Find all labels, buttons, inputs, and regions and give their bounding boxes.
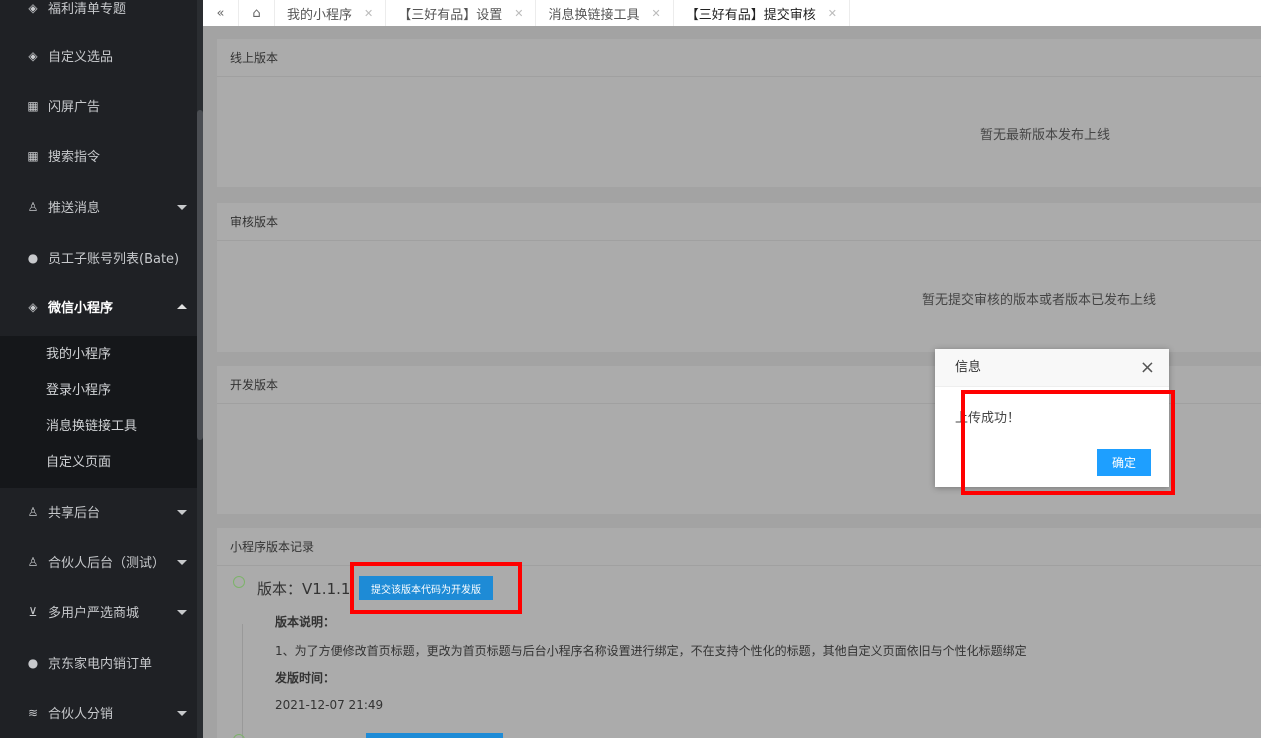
grid-icon: ▦ (27, 148, 39, 163)
cube-icon: ◈ (28, 48, 38, 63)
close-icon[interactable]: ✕ (364, 7, 373, 20)
sidebar-item-staff-accounts[interactable]: ● 员工子账号列表(Bate) (0, 232, 197, 283)
sidebar-item-label: 合伙人后台（测试） (48, 556, 166, 571)
submenu-item-login-miniprogram[interactable]: 登录小程序 (46, 381, 111, 401)
tab-settings[interactable]: 【三好有品】设置 ✕ (386, 0, 537, 26)
release-time-label: 发版时间： (275, 671, 336, 685)
tab-my-miniprogram[interactable]: 我的小程序 ✕ (275, 0, 387, 26)
sidebar-item-label: 多用户严选商城 (48, 606, 140, 621)
cart-icon: ⊻ (28, 604, 38, 619)
sidebar-item-label: 合伙人分销 (48, 707, 114, 722)
layers-icon: ≋ (27, 705, 39, 720)
sidebar: ◈ 福利清单专题 ◈ 自定义选品 ▦ 闪屏广告 ▦ 搜索指令 ♙ 推送消息 ● … (0, 0, 203, 738)
close-icon[interactable]: ✕ (651, 7, 660, 20)
sidebar-item-label: 推送消息 (48, 201, 101, 216)
highlight-box-submit (350, 562, 522, 614)
sidebar-item-label: 共享后台 (48, 506, 101, 521)
timeline-dot (233, 576, 245, 588)
sidebar-item-label: 微信小程序 (48, 301, 114, 316)
sidebar-item-partner-distribution[interactable]: ≋ 合伙人分销 (0, 687, 197, 738)
tab-label: 【三好有品】提交审核 (685, 7, 816, 23)
chevron-down-icon (177, 559, 187, 565)
sidebar-item-search-command[interactable]: ▦ 搜索指令 (0, 130, 197, 181)
chevron-down-icon (177, 509, 187, 515)
sidebar-submenu: 我的小程序 登录小程序 消息换链接工具 自定义页面 (0, 336, 197, 488)
sidebar-item-label: 自定义选品 (48, 50, 114, 65)
panel-title: 审核版本 (217, 203, 1261, 241)
collapse-tabs-icon[interactable]: « (203, 0, 239, 26)
sidebar-item-label: 京东家电内销订单 (48, 657, 153, 672)
user-icon: ♙ (27, 199, 39, 214)
cube-icon: ◈ (28, 0, 38, 15)
close-icon[interactable]: ✕ (828, 7, 837, 20)
home-icon[interactable]: ⌂ (239, 0, 275, 26)
dialog-title: 信息 (955, 360, 982, 375)
sidebar-item-wechat-miniprogram[interactable]: ◈ 微信小程序 (0, 281, 197, 332)
sidebar-item-splash-ad[interactable]: ▦ 闪屏广告 (0, 80, 197, 131)
close-icon[interactable]: ✕ (514, 7, 523, 20)
globe-icon: ● (27, 655, 39, 670)
globe-icon: ● (27, 250, 39, 265)
chevron-up-icon (177, 303, 187, 309)
sidebar-item-multiuser-mall[interactable]: ⊻ 多用户严选商城 (0, 586, 197, 637)
timeline-line (242, 624, 243, 738)
tab-bar: « ⌂ 我的小程序 ✕ 【三好有品】设置 ✕ 消息换链接工具 ✕ 【三好有品】提… (203, 0, 1261, 26)
chevron-down-icon (177, 204, 187, 210)
panel-title: 线上版本 (217, 39, 1261, 77)
sidebar-item-jd-orders[interactable]: ● 京东家电内销订单 (0, 637, 197, 688)
version-desc-label: 版本说明： (275, 615, 336, 629)
sidebar-item-label: 福利清单专题 (48, 2, 127, 17)
panel-title: 小程序版本记录 (217, 528, 1261, 566)
dialog-header: 信息 × (935, 349, 1169, 387)
empty-text: 暂无提交审核的版本或者版本已发布上线 (922, 293, 1157, 308)
chevron-down-icon (177, 710, 187, 716)
chevron-down-icon (177, 609, 187, 615)
tab-label: 我的小程序 (287, 7, 353, 23)
tab-label: 【三好有品】设置 (398, 7, 503, 23)
online-version-panel: 线上版本 暂无最新版本发布上线 (217, 39, 1261, 187)
tab-label: 消息换链接工具 (548, 7, 640, 23)
highlight-box-dialog (961, 390, 1175, 495)
sidebar-item-welfare[interactable]: ◈ 福利清单专题 (0, 0, 197, 33)
version-desc: 1、为了方便修改首页标题，更改为首页标题与后台小程序名称设置进行绑定，不在支持个… (275, 644, 1027, 658)
sidebar-item-label: 搜索指令 (48, 150, 101, 165)
next-version-button[interactable] (366, 733, 503, 738)
submenu-item-link-tool[interactable]: 消息换链接工具 (46, 417, 137, 437)
tab-submit-review[interactable]: 【三好有品】提交审核 ✕ (674, 0, 850, 26)
version-title: 版本：V1.1.1 (257, 580, 351, 598)
user-icon: ♙ (27, 504, 39, 519)
close-icon[interactable]: × (1140, 349, 1155, 387)
tab-link-tool[interactable]: 消息换链接工具 ✕ (536, 0, 674, 26)
sidebar-item-custom-selection[interactable]: ◈ 自定义选品 (0, 30, 197, 81)
sidebar-item-label: 闪屏广告 (48, 100, 101, 115)
release-time: 2021-12-07 21:49 (275, 698, 384, 712)
grid-icon: ▦ (27, 98, 39, 113)
user-icon: ♙ (27, 554, 39, 569)
sidebar-item-label: 员工子账号列表(Bate) (48, 252, 180, 267)
cube-icon: ◈ (28, 299, 38, 314)
empty-text: 暂无最新版本发布上线 (980, 128, 1111, 143)
sidebar-item-partner-backend-test[interactable]: ♙ 合伙人后台（测试） (0, 536, 197, 587)
sidebar-item-push-message[interactable]: ♙ 推送消息 (0, 181, 197, 232)
submenu-item-my-miniprogram[interactable]: 我的小程序 (46, 345, 111, 365)
sidebar-item-shared-backend[interactable]: ♙ 共享后台 (0, 486, 197, 537)
submenu-item-custom-page[interactable]: 自定义页面 (46, 453, 111, 473)
review-version-panel: 审核版本 暂无提交审核的版本或者版本已发布上线 (217, 203, 1261, 352)
